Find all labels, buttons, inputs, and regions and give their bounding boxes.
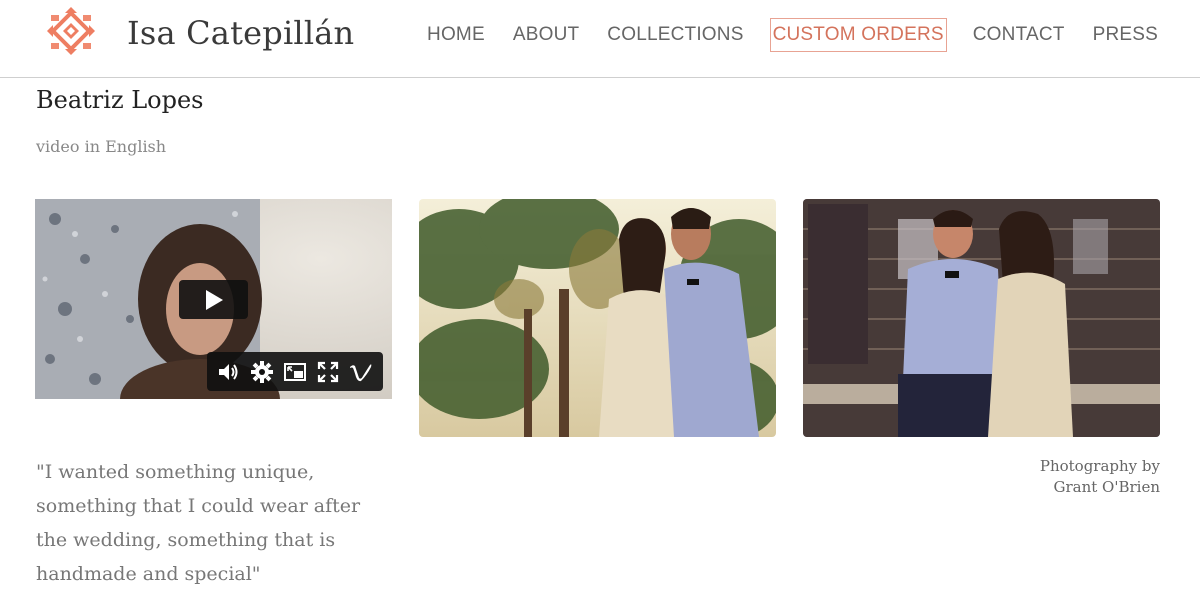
nav-home[interactable]: HOME	[425, 19, 487, 51]
video-player[interactable]	[35, 199, 392, 399]
settings-icon[interactable]	[250, 360, 274, 384]
wedding-photo-2[interactable]	[803, 199, 1160, 437]
fullscreen-icon[interactable]	[316, 360, 340, 384]
brand-name[interactable]: Isa Catepillán	[127, 14, 354, 52]
nav-contact[interactable]: CONTACT	[971, 19, 1067, 51]
wedding-photo-1[interactable]	[419, 199, 776, 437]
page-subtitle: video in English	[36, 137, 167, 156]
nav-press[interactable]: PRESS	[1091, 19, 1160, 51]
site-header: Isa Catepillán HOME ABOUT COLLECTIONS CU…	[0, 0, 1200, 78]
video-controls	[207, 352, 383, 391]
photo-credit: Photography by Grant O'Brien	[1040, 456, 1160, 498]
play-icon	[205, 289, 223, 310]
page-title: Beatriz Lopes	[36, 86, 204, 114]
nav-collections[interactable]: COLLECTIONS	[605, 19, 745, 51]
logo-icon[interactable]	[43, 7, 99, 63]
credit-photographer: Grant O'Brien	[1053, 478, 1160, 496]
vimeo-icon[interactable]	[349, 360, 373, 384]
play-button[interactable]	[179, 280, 248, 319]
testimonial-quote: "I wanted something unique, something th…	[36, 461, 361, 585]
pip-icon[interactable]	[283, 360, 307, 384]
main-nav: HOME ABOUT COLLECTIONS CUSTOM ORDERS CON…	[401, 17, 1160, 53]
nav-custom-orders[interactable]: CUSTOM ORDERS	[769, 18, 947, 52]
nav-about[interactable]: ABOUT	[511, 19, 581, 51]
volume-icon[interactable]	[217, 360, 241, 384]
credit-line-1: Photography by	[1039, 457, 1160, 475]
